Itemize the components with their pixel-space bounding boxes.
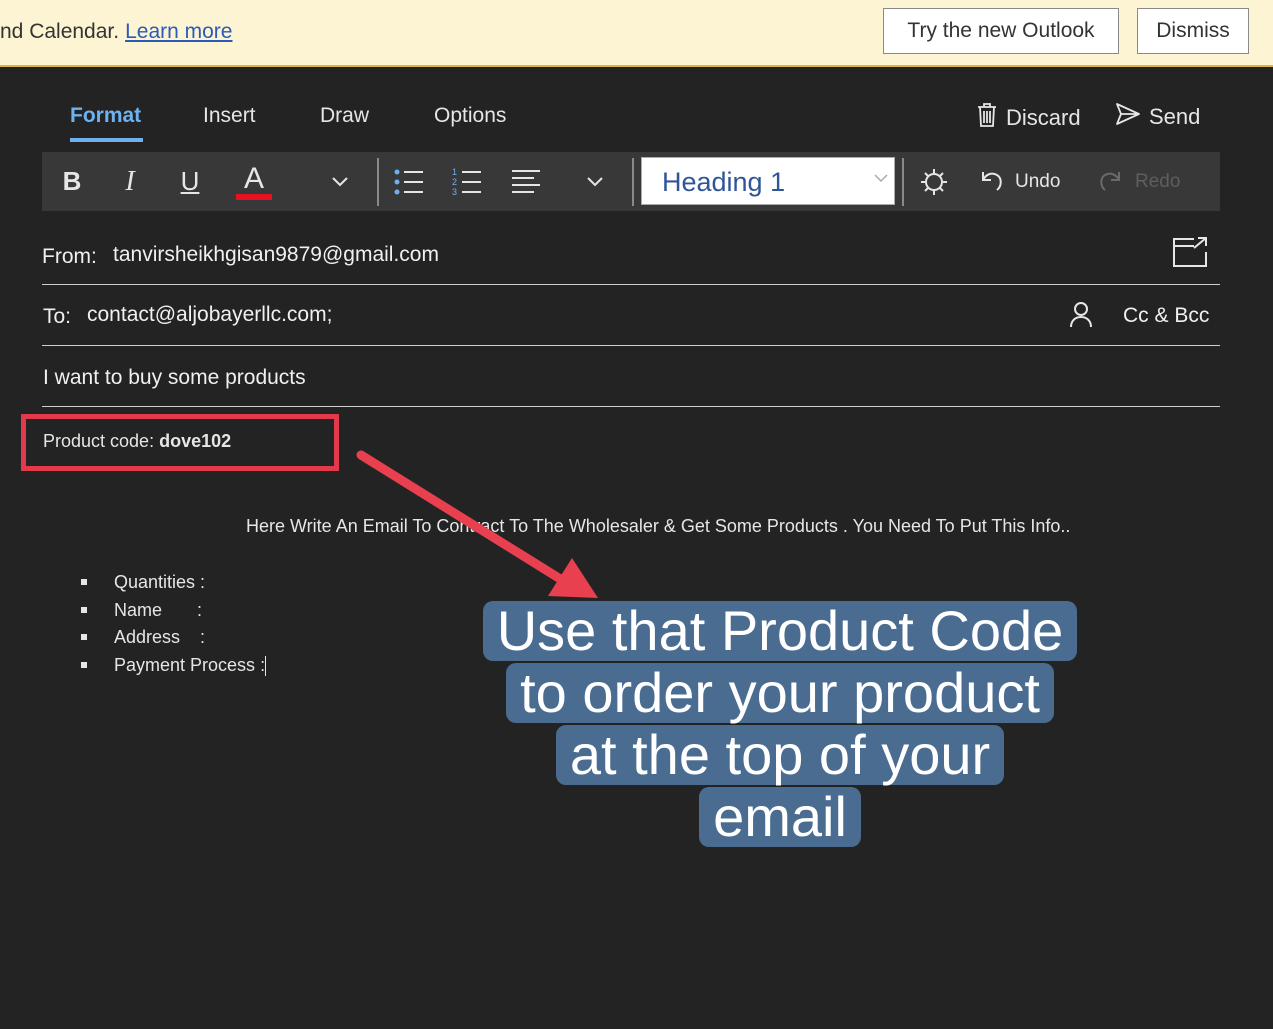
annotation-arrow <box>356 450 598 598</box>
caption-line: email <box>699 787 861 847</box>
caption-line: to order your product <box>506 663 1054 723</box>
caption-line: at the top of your <box>555 725 1005 785</box>
caption-line: Use that Product Code <box>482 601 1078 661</box>
caption-overlay: Use that Product Code to order your prod… <box>430 600 1130 848</box>
